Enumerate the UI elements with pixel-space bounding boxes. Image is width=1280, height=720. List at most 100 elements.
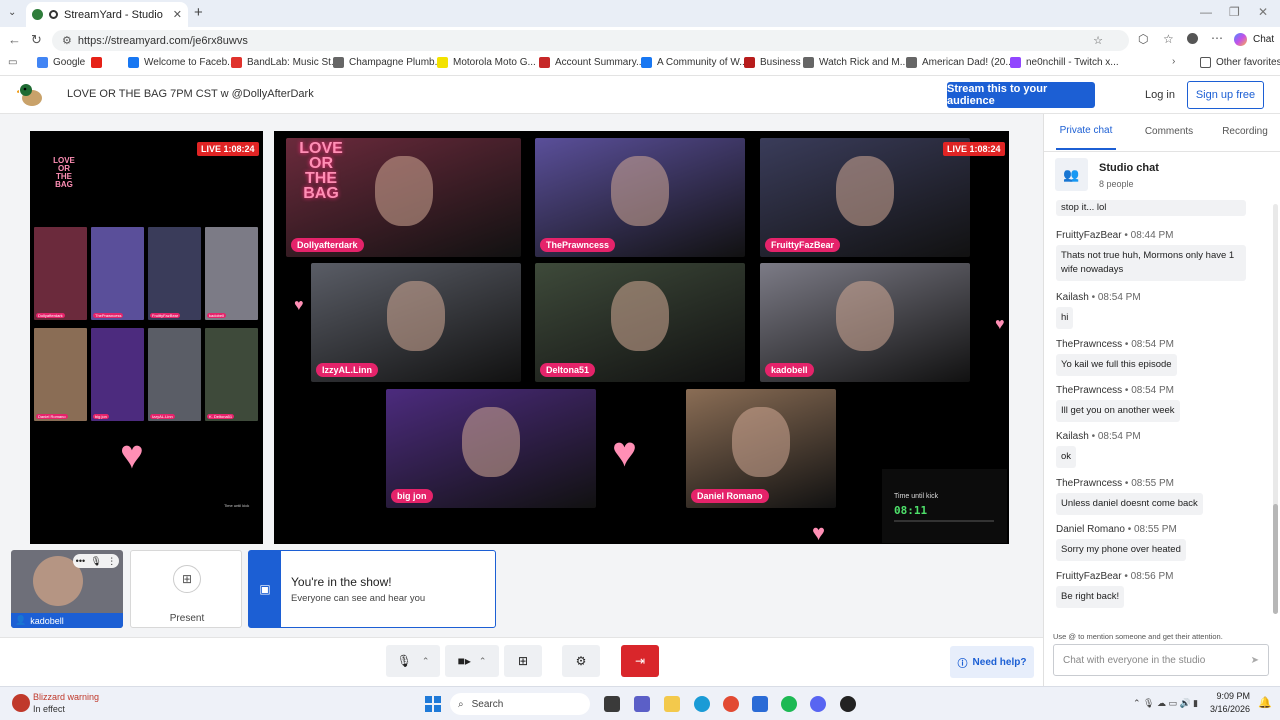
participant-tile[interactable]: Deltona51 [535,263,745,382]
participant-tile[interactable]: big jon [386,389,596,508]
live-badge: LIVE 1:08:24 [197,142,259,156]
bookmark-favicon-icon [333,57,344,68]
file-explorer-icon[interactable] [664,696,680,712]
signup-button[interactable]: Sign up free [1187,81,1264,109]
participant-tile[interactable]: Daniel Romano [686,389,836,508]
bookmark-item[interactable]: BandLab: Music St... [231,57,339,68]
search-icon: ⌕ [458,698,464,710]
chevron-up-icon[interactable]: ⌃ [422,656,430,667]
participant-name-tag: Daniel Romano [691,489,769,503]
leave-studio-button[interactable]: ⇥ [621,645,659,677]
notification-bell-icon[interactable]: 🔔 [1258,696,1272,709]
tile-controls[interactable]: ••• 🎙 ⋮ [73,554,119,568]
bookmark-item[interactable]: Watch Rick and M... [803,57,908,68]
store-icon[interactable] [752,696,768,712]
share-screen-button[interactable]: ⊞ [504,645,542,677]
address-bar[interactable]: ⚙ https://streamyard.com/je6rx8uwvs ☆ [52,30,1129,51]
login-link[interactable]: Log in [1145,89,1175,101]
close-window-icon[interactable]: ✕ [1258,5,1268,19]
minimize-icon[interactable]: — [1200,5,1212,19]
system-tray-icons[interactable]: ⌃ 🎙 ☁ ▭ 🔊 ▮ [1133,698,1198,709]
chevron-up-icon[interactable]: ⌃ [479,656,487,667]
separator-dot: • [1124,524,1134,535]
present-button[interactable]: ⊞ Present [130,550,242,628]
separator-dot: • [1088,292,1098,303]
app-icon[interactable] [840,696,856,712]
taskbar-search[interactable]: ⌕ Search [450,693,590,715]
spotify-icon[interactable] [781,696,797,712]
bookmark-item[interactable]: Google [37,57,85,68]
preview-canvas: LIVE 1:08:24 LOVE OR THE BAG Dollyafterd… [30,131,263,544]
warning-title[interactable]: Blizzard warning [33,692,99,702]
other-favorites[interactable]: Other favorites [1200,57,1280,68]
participant-tile[interactable]: kadobell [760,263,970,382]
browser-tab[interactable]: StreamYard - Studio ✕ [26,2,188,27]
more-menu-icon[interactable]: ⋯ [1211,31,1223,45]
chat-scrollbar[interactable] [1273,204,1278,614]
live-badge: LIVE 1:08:24 [943,142,1005,156]
bookmark-item[interactable]: Welcome to Faceb... [128,57,236,68]
clock-time[interactable]: 9:09 PM [1210,691,1250,701]
chat-message: FruittyFazBear • 08:44 PM Thats not true … [1056,230,1266,281]
tab-private-chat[interactable]: Private chat [1056,114,1116,150]
maximize-icon[interactable]: ❐ [1229,5,1240,19]
discord-icon[interactable] [810,696,826,712]
bookmark-item[interactable]: Champagne Plumb... [333,57,443,68]
chat-button[interactable]: Chat [1253,34,1274,45]
help-button[interactable]: ⓘ Need help? [950,646,1034,678]
mic-icon[interactable]: 🎙 [90,556,101,567]
bookmark-item[interactable] [91,57,107,68]
bookmark-item[interactable]: ne0nchill - Twitch x... [1010,57,1119,68]
stream-to-audience-button[interactable]: Stream this to your audience [947,82,1095,108]
tab-comments[interactable]: Comments [1134,114,1204,150]
bookmark-item[interactable]: A Community of W... [641,57,748,68]
bookmark-item[interactable]: Business [744,57,801,68]
more-icon[interactable]: ⋮ [107,556,116,567]
favorites-icon[interactable]: ☆ [1163,32,1174,46]
teams-icon[interactable] [634,696,650,712]
send-icon[interactable]: ➤ [1251,655,1259,666]
participant-tile[interactable]: ThePrawncess [535,138,745,257]
in-show-subtitle: Everyone can see and hear you [291,593,426,604]
sidebar-icon[interactable]: ▭ [8,57,17,68]
preview-tile: K. Deltona51 [205,328,258,421]
bookmark-item[interactable]: American Dad! (20... [906,57,1014,68]
clock-date[interactable]: 3/16/2026 [1200,704,1250,714]
profile-icon[interactable] [1187,33,1198,44]
chevron-right-icon[interactable]: › [1172,56,1175,67]
chat-input[interactable]: Chat with everyone in the studio ➤ [1053,644,1269,676]
participant-name-tag: big jon [391,489,433,503]
bookmark-item[interactable]: Motorola Moto G... [437,57,536,68]
message-header: ThePrawncess • 08:54 PM [1056,385,1266,396]
windows-start-icon[interactable] [425,696,441,712]
participant-video [732,407,790,477]
settings-button[interactable]: ⚙ [562,645,600,677]
scroll-thumb[interactable] [1273,504,1278,614]
back-icon[interactable]: ← [8,32,21,47]
bookmark-item[interactable]: Account Summary... [539,57,644,68]
group-icon: 👥 [1055,158,1088,191]
extensions-icon[interactable]: ⬡ [1138,32,1148,46]
edge-icon[interactable] [694,696,710,712]
copilot-icon[interactable] [1234,33,1247,46]
participant-tile[interactable]: IzzyAL.Linn [311,263,521,382]
site-info-icon[interactable]: ⚙ [62,34,72,47]
favorite-star-icon[interactable]: ☆ [1093,34,1103,47]
reload-icon[interactable]: ↻ [31,32,42,48]
gear-icon: ⚙ [575,654,587,668]
weather-warning-icon[interactable] [12,694,30,712]
mic-button[interactable]: 🎙 ⌃ [386,645,440,677]
camera-button[interactable]: ■▸ ⌃ [445,645,499,677]
chrome-icon[interactable] [723,696,739,712]
task-view-icon[interactable] [604,696,620,712]
message-partial: stop it... lol [1056,200,1246,216]
tab-recording[interactable]: Recording [1212,114,1278,150]
tab-list-icon[interactable]: ⌄ [8,7,16,18]
participant-name-tag: Dollyafterdark [291,238,364,252]
participant-tile[interactable]: FruittyFazBear [760,138,970,257]
new-tab-icon[interactable]: + [194,4,203,21]
self-camera-tile[interactable]: ••• 🎙 ⋮ 👤 kadobell [11,550,123,628]
close-tab-icon[interactable]: ✕ [173,8,182,21]
dots-icon[interactable]: ••• [76,556,85,566]
search-label: Search [471,698,504,710]
